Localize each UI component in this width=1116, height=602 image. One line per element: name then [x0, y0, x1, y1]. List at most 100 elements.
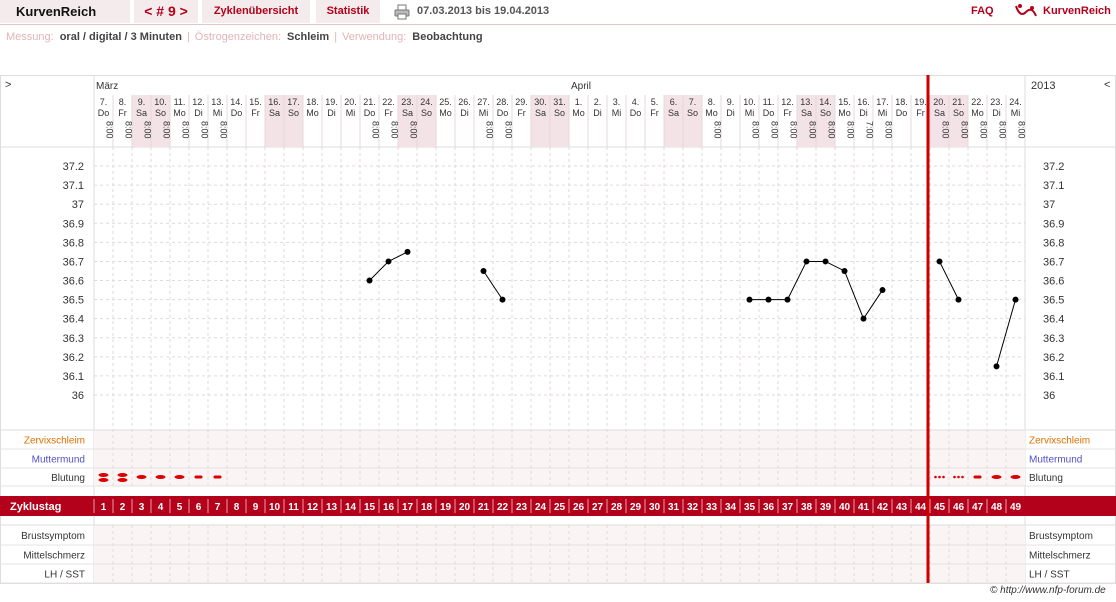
day-weekday-label: So — [155, 108, 166, 118]
day-date-label: 18. — [895, 97, 908, 107]
cycle-day-label: 36 — [763, 502, 775, 513]
row-background — [94, 545, 1025, 564]
day-time-label: 8:00 — [105, 121, 115, 139]
day-weekday-label: Do — [497, 108, 509, 118]
scroll-right-arrow[interactable]: < — [1104, 79, 1110, 91]
day-time-label: 8:00 — [770, 121, 780, 139]
cycle-day-label: 44 — [915, 502, 927, 513]
cycle-day-label: 12 — [307, 502, 319, 513]
day-date-label: 17. — [876, 97, 889, 107]
cycle-day-label: 48 — [991, 502, 1003, 513]
day-date-label: 9. — [727, 97, 735, 107]
cervix-row-label: Zervixschleim — [24, 436, 85, 447]
cycle-day-label: 7 — [215, 502, 221, 513]
cycle-day-label: 31 — [668, 502, 680, 513]
day-date-label: 4. — [632, 97, 640, 107]
day-date-label: 29. — [515, 97, 528, 107]
bleeding-mark-heavy — [98, 473, 109, 477]
day-weekday-label: Di — [593, 108, 602, 118]
temperature-point — [955, 296, 962, 303]
y-tick-label-right: 36.2 — [1043, 352, 1064, 364]
day-weekday-label: Mo — [306, 108, 319, 118]
y-tick-label-right: 37.2 — [1043, 161, 1064, 173]
day-date-label: 30. — [534, 97, 547, 107]
copyright-credit: © http://www.nfp-forum.de — [990, 585, 1106, 596]
y-tick-label-left: 36.1 — [63, 371, 84, 383]
day-date-label: 26. — [458, 97, 471, 107]
day-time-label: 8:00 — [200, 121, 210, 139]
day-weekday-label: Mi — [1011, 108, 1021, 118]
day-date-label: 12. — [781, 97, 794, 107]
y-tick-label-left: 37.1 — [63, 180, 84, 192]
day-time-label: 8:00 — [181, 121, 191, 139]
day-weekday-label: Fr — [650, 108, 659, 118]
day-date-label: 19. — [914, 97, 927, 107]
day-date-label: 21. — [952, 97, 965, 107]
y-tick-label-left: 36.5 — [63, 295, 84, 307]
cycle-day-label: 9 — [253, 502, 259, 513]
cycle-day-label: 28 — [611, 502, 623, 513]
day-time-label: 7:00 — [865, 121, 875, 139]
y-tick-label-right: 36.1 — [1043, 371, 1064, 383]
day-weekday-label: Mo — [572, 108, 585, 118]
day-date-label: 7. — [689, 97, 697, 107]
day-time-label: 8:00 — [390, 121, 400, 139]
cervix-row-label-right: Zervixschleim — [1029, 436, 1090, 447]
day-weekday-label: Sa — [269, 108, 280, 118]
cycle-day-label: 33 — [706, 502, 718, 513]
day-weekday-label: Sa — [535, 108, 546, 118]
cycle-day-label: 42 — [877, 502, 889, 513]
day-time-label: 8:00 — [1017, 121, 1027, 139]
day-weekday-label: Mi — [346, 108, 356, 118]
day-time-label: 8:00 — [124, 121, 134, 139]
day-date-label: 24. — [1009, 97, 1022, 107]
cycle-day-label: 5 — [177, 502, 183, 513]
day-date-label: 11. — [763, 97, 775, 107]
cycle-day-label: 32 — [687, 502, 699, 513]
bleeding-mark-medium — [991, 475, 1002, 479]
y-tick-label-right: 36 — [1043, 390, 1055, 402]
day-weekday-label: Sa — [668, 108, 679, 118]
temperature-point — [404, 248, 411, 255]
day-weekday-label: Di — [859, 108, 868, 118]
year-label: 2013 — [1031, 80, 1055, 92]
bleeding-mark-light — [213, 475, 222, 479]
day-date-label: 23. — [990, 97, 1003, 107]
cycle-day-label: 20 — [459, 502, 471, 513]
bleeding-mark-medium — [136, 475, 147, 479]
bleeding-mark-medium — [174, 475, 185, 479]
cycle-day-label: 37 — [782, 502, 794, 513]
day-date-label: 20. — [344, 97, 357, 107]
lh-row-label: LH / SST — [44, 570, 85, 581]
day-weekday-label: Fr — [251, 108, 260, 118]
scroll-left-arrow[interactable]: > — [5, 79, 11, 91]
cycle-day-label: 16 — [383, 502, 395, 513]
day-date-label: 12. — [192, 97, 205, 107]
y-tick-label-right: 36.4 — [1043, 314, 1064, 326]
day-date-label: 3. — [613, 97, 621, 107]
bleeding-row-label: Blutung — [51, 473, 85, 484]
day-weekday-label: Mo — [971, 108, 984, 118]
cycle-day-label: 46 — [953, 502, 965, 513]
cycle-day-label: 21 — [478, 502, 490, 513]
cycle-day-label: 22 — [497, 502, 509, 513]
bleeding-mark-spotting — [961, 475, 964, 479]
day-weekday-label: So — [953, 108, 964, 118]
day-date-label: 16. — [268, 97, 281, 107]
day-weekday-label: Do — [364, 108, 376, 118]
cycle-day-label: 18 — [421, 502, 433, 513]
y-tick-label-right: 36.6 — [1043, 276, 1064, 288]
day-weekday-label: Sa — [136, 108, 147, 118]
day-weekday-label: Mo — [439, 108, 452, 118]
cycle-day-label: 11 — [288, 502, 299, 513]
day-weekday-label: Mi — [213, 108, 223, 118]
cycle-day-label: 8 — [234, 502, 240, 513]
day-date-label: 22. — [971, 97, 984, 107]
day-date-label: 21. — [363, 97, 376, 107]
day-weekday-label: So — [421, 108, 432, 118]
y-tick-label-left: 36 — [72, 390, 84, 402]
y-tick-label-right: 36.3 — [1043, 333, 1064, 345]
cycle-day-label: 45 — [934, 502, 946, 513]
day-time-label: 8:00 — [371, 121, 381, 139]
day-date-label: 9. — [138, 97, 146, 107]
